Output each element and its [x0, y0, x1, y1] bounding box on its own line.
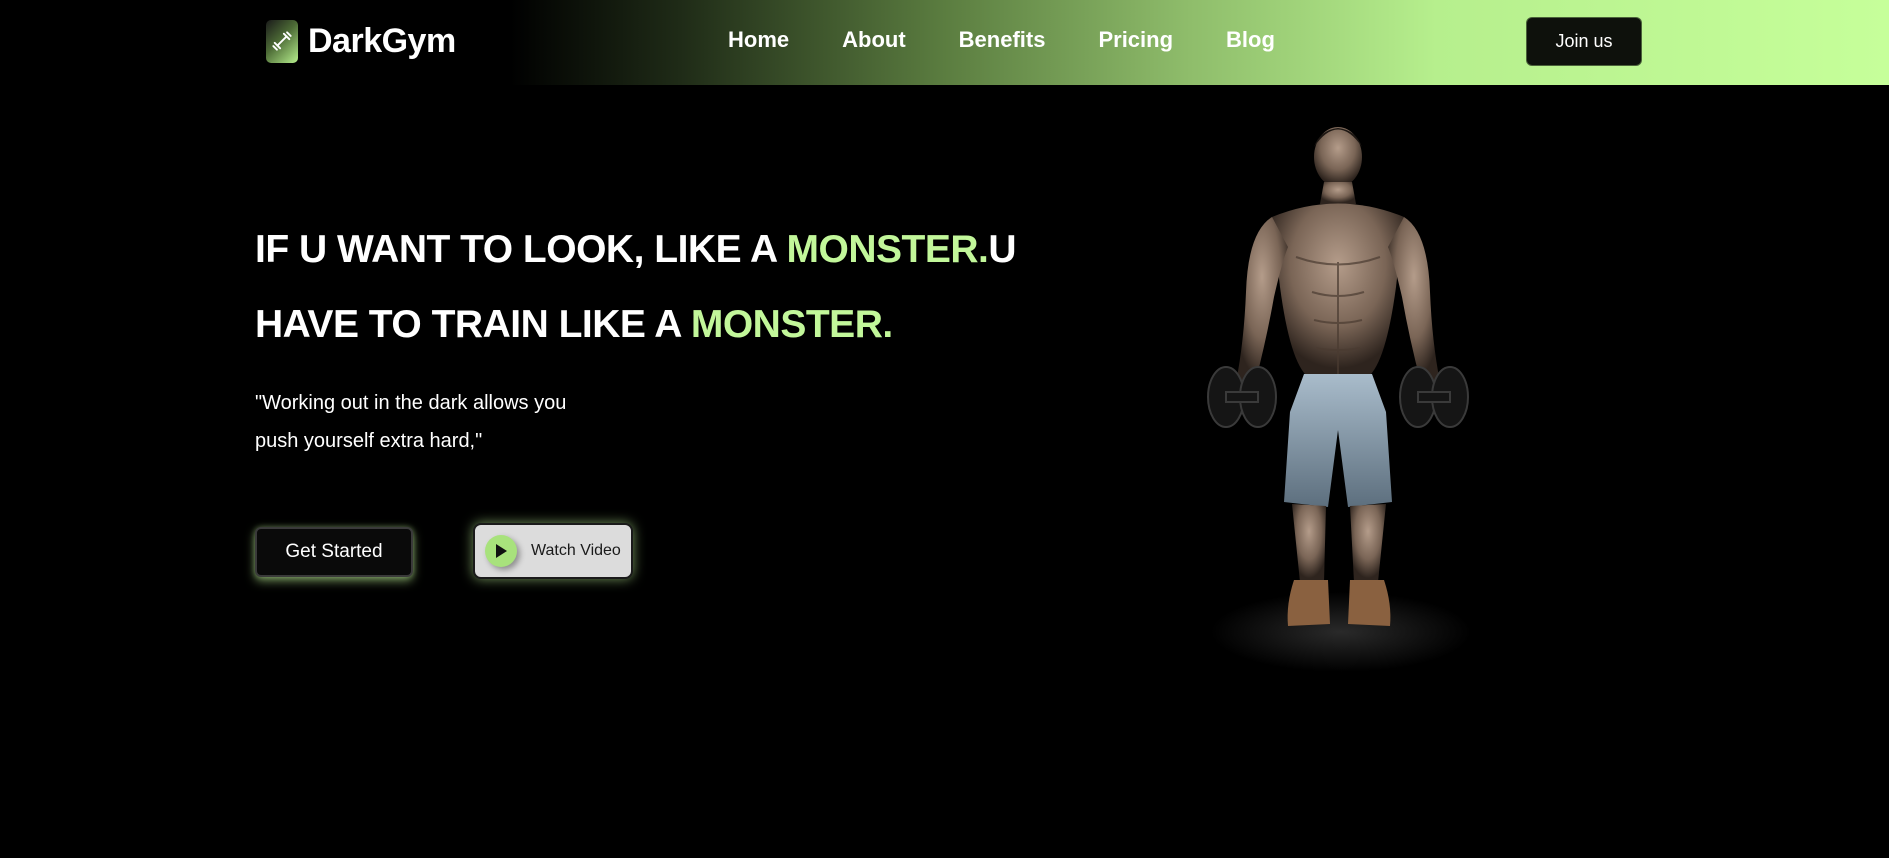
brand-name: DarkGym	[308, 21, 456, 60]
join-us-button[interactable]: Join us	[1527, 18, 1641, 65]
nav-item-benefits[interactable]: Benefits	[959, 24, 1046, 56]
main-nav: Home About Benefits Pricing Blog	[728, 24, 1328, 56]
headline-line2-accent: MONSTER.	[690, 303, 893, 346]
hero-quote: "Working out in the dark allows you push…	[255, 384, 655, 460]
nav-item-about[interactable]: About	[842, 24, 906, 56]
get-started-button[interactable]: Get Started	[255, 527, 413, 577]
play-icon	[485, 535, 517, 567]
brand-logo[interactable]: DarkGym	[266, 19, 456, 63]
quote-line2: push yourself extra hard,"	[255, 430, 483, 452]
landing-page: DarkGym Home About Benefits Pricing Blog…	[0, 0, 1889, 858]
bodybuilder-image	[1196, 112, 1486, 672]
headline-line1-accent: MONSTER.	[786, 228, 989, 271]
watch-video-button[interactable]: Watch Video	[473, 523, 633, 579]
quote-line1: "Working out in the dark allows you	[255, 392, 567, 414]
nav-item-pricing[interactable]: Pricing	[1098, 24, 1173, 56]
headline-line2-text: HAVE TO TRAIN LIKE A	[255, 303, 691, 346]
headline-line1-text: IF U WANT TO LOOK, LIKE A	[255, 228, 787, 271]
nav-item-blog[interactable]: Blog	[1226, 24, 1275, 56]
headline-line1-tail: U	[988, 228, 1017, 271]
watch-video-label: Watch Video	[531, 542, 621, 559]
nav-item-home[interactable]: Home	[728, 24, 789, 56]
hero-headline: IF U WANT TO LOOK, LIKE A MONSTER.U HAVE…	[255, 212, 1075, 362]
site-header: DarkGym Home About Benefits Pricing Blog…	[0, 0, 1889, 85]
dumbbell-icon	[266, 19, 298, 63]
